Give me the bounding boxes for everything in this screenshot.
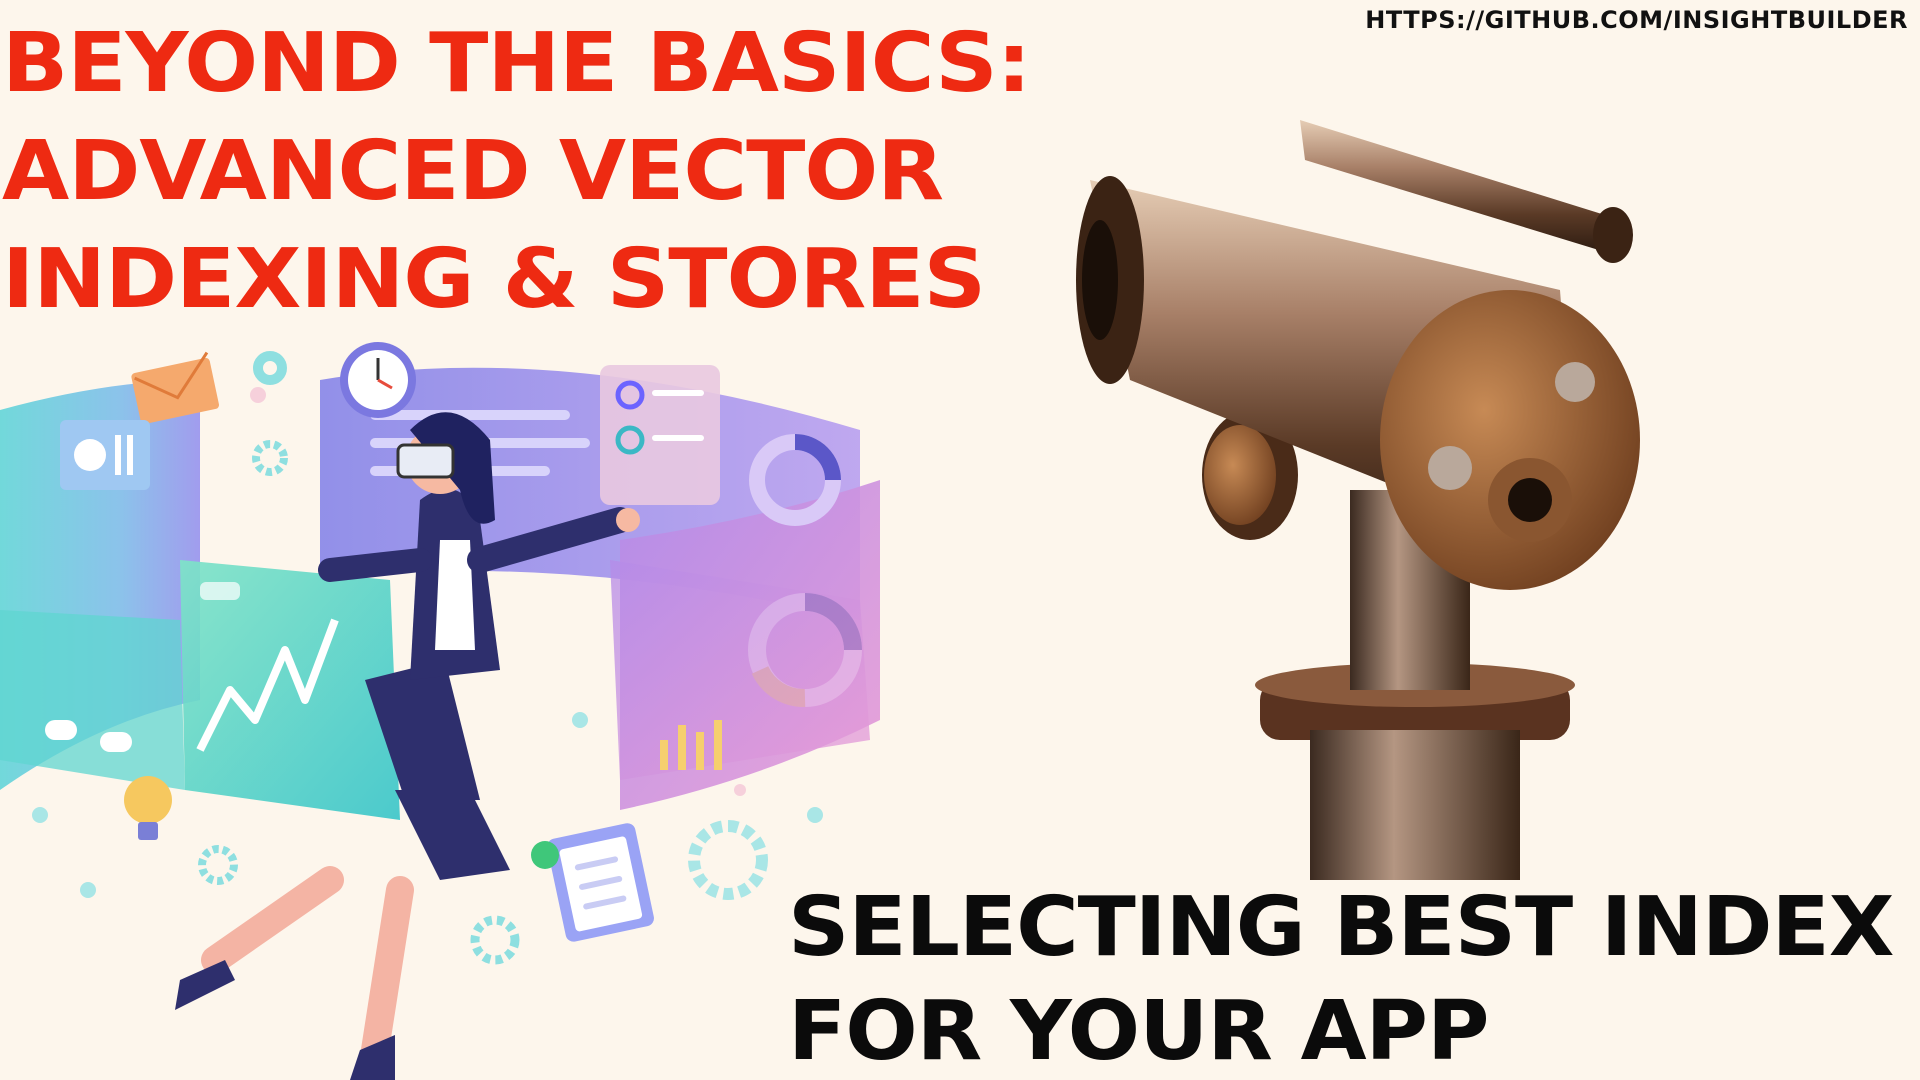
gear-icon-4	[688, 820, 768, 900]
lightbulb-icon	[124, 776, 172, 824]
brass-telescope-photo	[1076, 120, 1640, 880]
clipboard-icon	[547, 823, 654, 942]
subtitle-line-2: FOR YOUR APP	[788, 984, 1489, 1079]
gear-icon-3	[470, 915, 520, 965]
title-line-1: BEYOND THE BASICS:	[2, 16, 1031, 111]
subtitle-line-1: SELECTING BEST INDEX	[788, 880, 1894, 975]
page-subtitle: SELECTING BEST INDEX FOR YOUR APP	[788, 876, 1894, 1080]
envelope-icon	[131, 357, 219, 424]
github-url: HTTPS://GITHUB.COM/INSIGHTBUILDER	[1365, 6, 1908, 34]
gear-icon-1	[252, 440, 288, 476]
gear-icon-2	[198, 845, 238, 885]
title-line-3: INDEXING & STORES	[2, 232, 986, 327]
title-line-2: ADVANCED VECTOR	[2, 124, 944, 219]
vr-dashboard-illustration	[0, 342, 880, 1080]
gear-icon	[253, 351, 287, 385]
page-title: BEYOND THE BASICS: ADVANCED VECTOR INDEX…	[2, 10, 1031, 334]
vr-headset-icon	[396, 443, 455, 479]
